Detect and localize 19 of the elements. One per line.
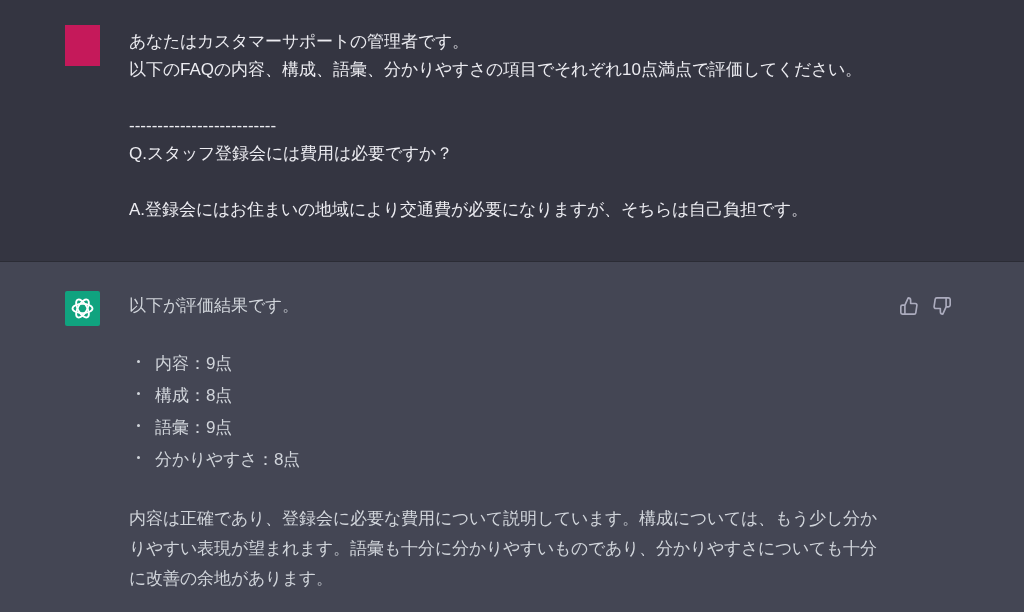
message-text: 内容は正確であり、登録会に必要な費用について説明しています。構成については、もう少し分かりやすい表現が望まれます。語彙も十分に分かりやすいものであり、分かりやすさについても十分に改善の余地があります。 [129,508,878,590]
message-text: あなたはカスタマーサポートの管理者です。 [129,31,470,53]
assistant-avatar-icon [65,291,100,326]
thumbs-down-icon[interactable] [933,297,951,315]
list-item-text: 分かりやすさ：8点 [155,449,301,471]
bullet-icon [137,456,140,459]
list-item-text: 内容：9点 [155,353,233,375]
message-text: Q.スタッフ登録会には費用は必要ですか？ [129,143,454,165]
message-text: 以下が評価結果です。 [129,295,300,317]
message-text: -------------------------- [129,115,278,137]
user-avatar-icon [65,25,100,66]
bullet-icon [137,424,140,427]
bullet-icon [137,392,140,395]
list-item-text: 構成：8点 [155,385,233,407]
message-text: A.登録会にはお住まいの地域により交通費が必要になりますが、そちらは自己負担です。 [129,199,810,221]
bullet-icon [137,360,140,363]
list-item-text: 語彙：9点 [155,417,233,439]
message-text: 以下のFAQの内容、構成、語彙、分かりやすさの項目でそれぞれ10点満点で評価してください。 [129,59,863,81]
thumbs-up-icon[interactable] [900,297,918,315]
